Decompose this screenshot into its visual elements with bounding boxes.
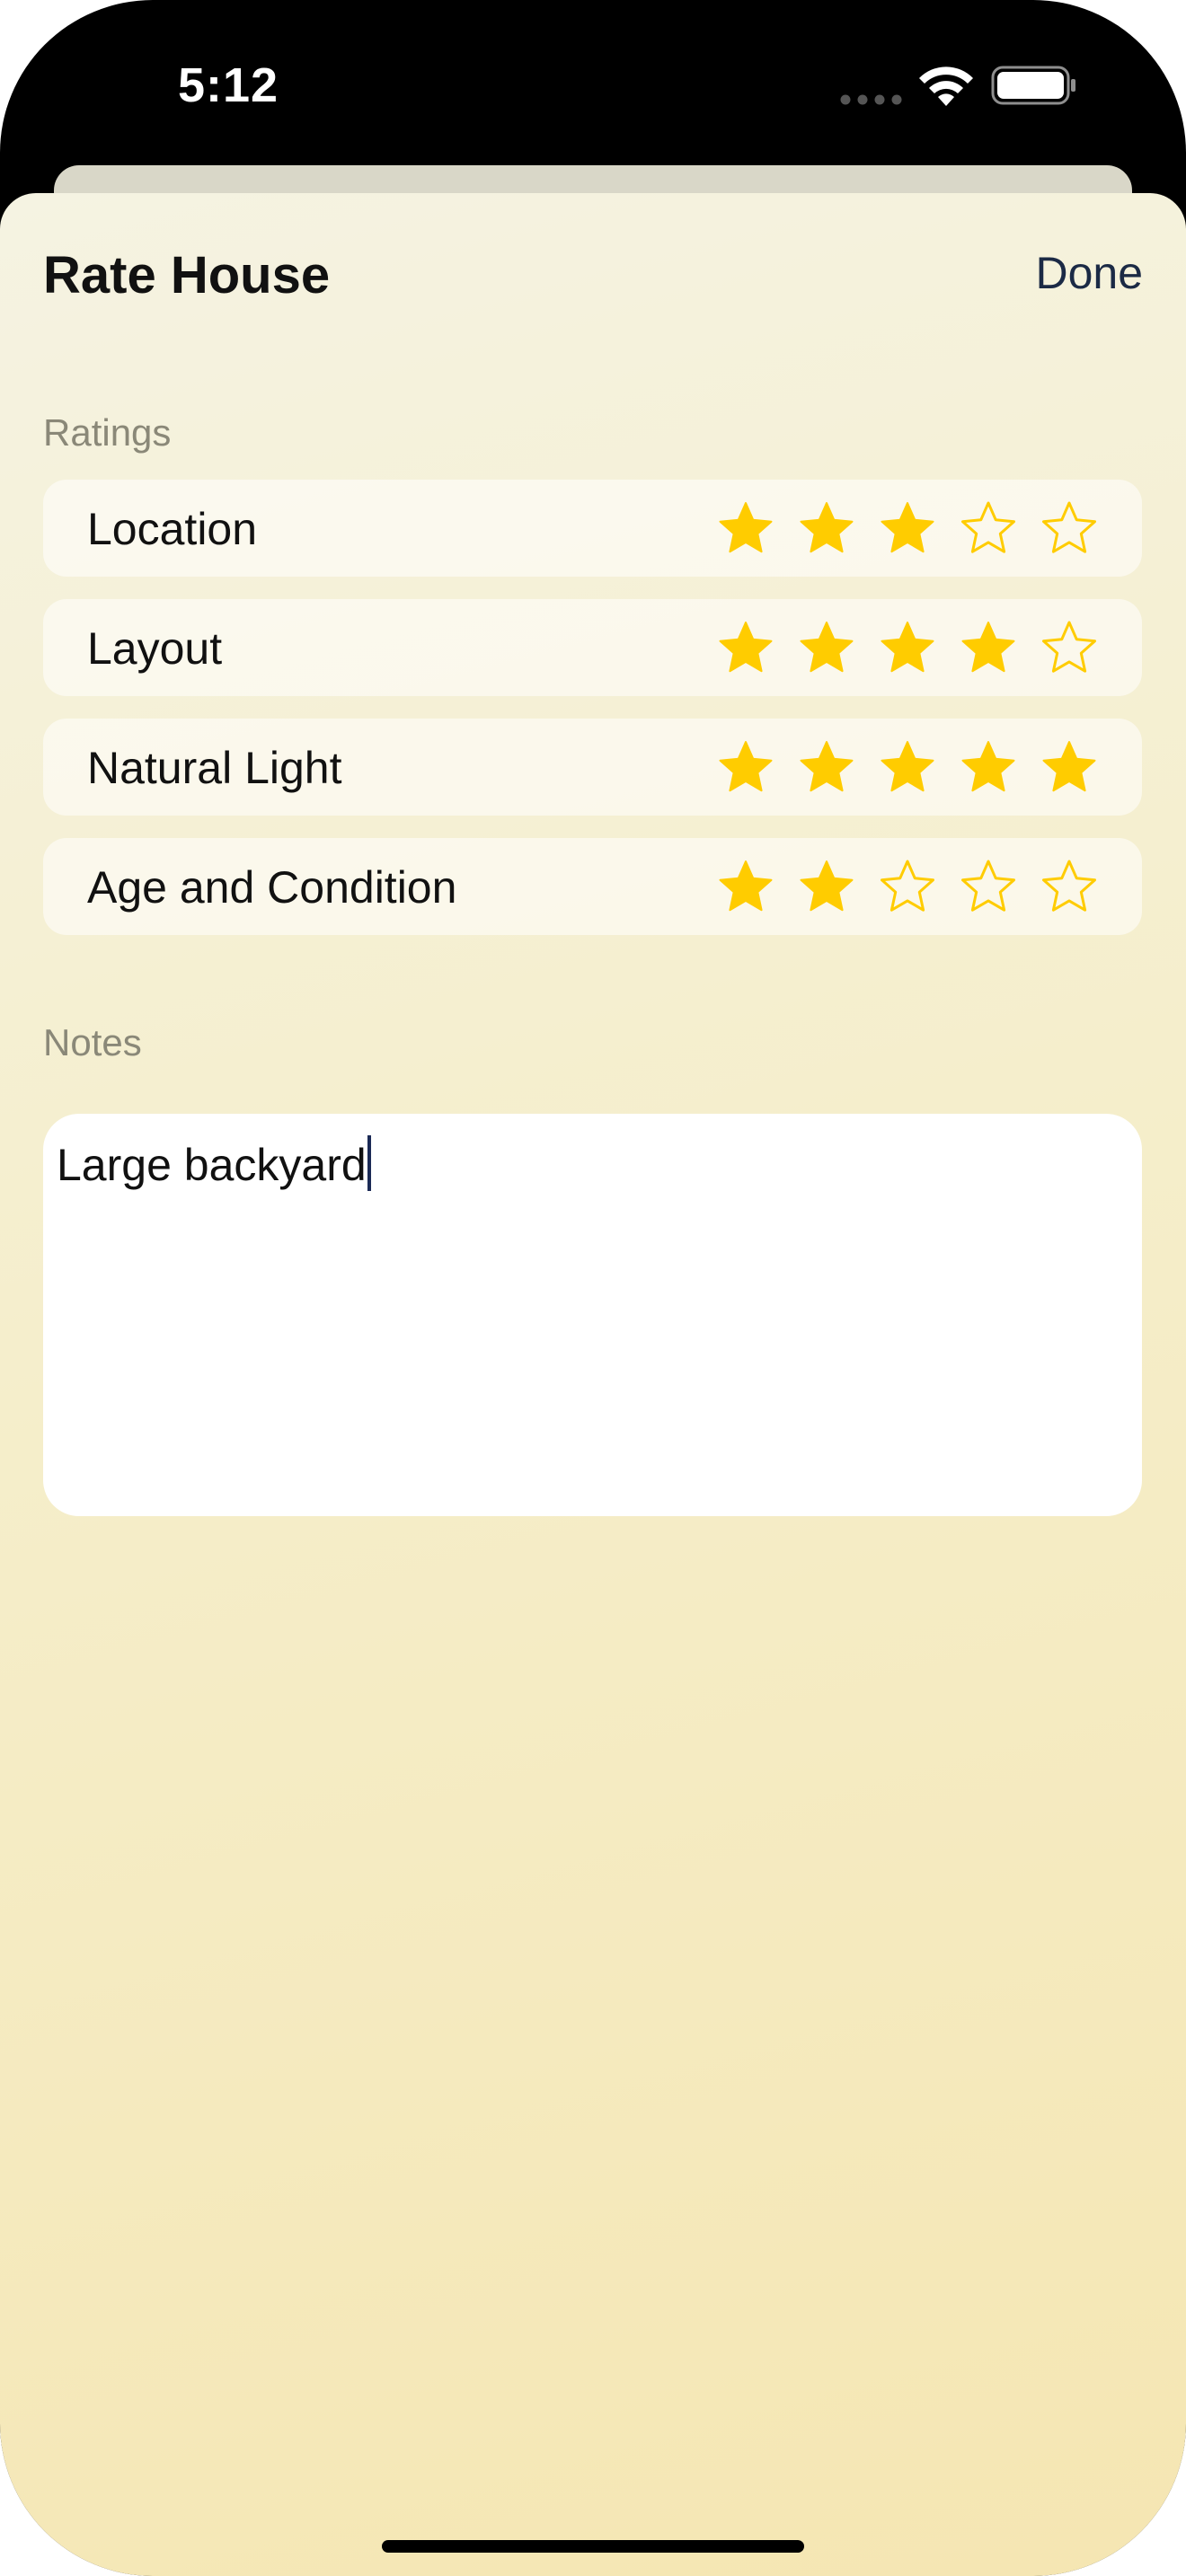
rating-label: Natural Light (87, 743, 342, 793)
rating-row-location: Location (43, 480, 1142, 577)
star-filled-icon[interactable] (960, 738, 1017, 796)
rating-label: Age and Condition (87, 862, 457, 913)
status-time: 5:12 (178, 58, 279, 112)
wifi-icon (919, 66, 973, 106)
done-button[interactable]: Done (1035, 247, 1143, 299)
device-screen: 5:12 Rate House Done Ratings Location La… (0, 0, 1186, 2576)
star-filled-icon[interactable] (798, 738, 855, 796)
notes-text-area[interactable]: Large backyard (43, 1114, 1142, 1516)
star-outline-icon[interactable] (879, 858, 936, 915)
rating-label: Layout (87, 623, 223, 674)
battery-icon (991, 66, 1075, 105)
signal-dots-icon (840, 94, 902, 105)
ratings-section-header: Ratings (43, 411, 172, 454)
star-filled-icon[interactable] (717, 619, 774, 676)
star-filled-icon[interactable] (960, 619, 1017, 676)
star-rating-control (717, 499, 1098, 557)
star-outline-icon[interactable] (1040, 858, 1098, 915)
star-outline-icon[interactable] (960, 499, 1017, 557)
star-filled-icon[interactable] (798, 499, 855, 557)
rating-row-layout: Layout (43, 599, 1142, 696)
rating-row-natural-light: Natural Light (43, 719, 1142, 816)
star-filled-icon[interactable] (798, 858, 855, 915)
star-filled-icon[interactable] (717, 858, 774, 915)
star-filled-icon[interactable] (1040, 738, 1098, 796)
star-outline-icon[interactable] (1040, 499, 1098, 557)
notes-section-header: Notes (43, 1021, 142, 1063)
text-cursor (367, 1135, 371, 1191)
rate-house-sheet: Rate House Done Ratings Location Layout … (0, 193, 1186, 2576)
sheet-title: Rate House (43, 246, 331, 304)
star-rating-control (717, 858, 1098, 915)
star-filled-icon[interactable] (798, 619, 855, 676)
star-outline-icon[interactable] (1040, 619, 1098, 676)
notes-text-value: Large backyard (57, 1135, 371, 1191)
home-indicator[interactable] (382, 2540, 804, 2553)
star-filled-icon[interactable] (879, 499, 936, 557)
rating-label: Location (87, 504, 258, 554)
star-filled-icon[interactable] (717, 499, 774, 557)
rating-row-age-and-condition: Age and Condition (43, 838, 1142, 935)
star-rating-control (717, 738, 1098, 796)
star-filled-icon[interactable] (879, 619, 936, 676)
star-rating-control (717, 619, 1098, 676)
star-outline-icon[interactable] (960, 858, 1017, 915)
star-filled-icon[interactable] (717, 738, 774, 796)
notes-text: Large backyard (57, 1140, 367, 1190)
star-filled-icon[interactable] (879, 738, 936, 796)
